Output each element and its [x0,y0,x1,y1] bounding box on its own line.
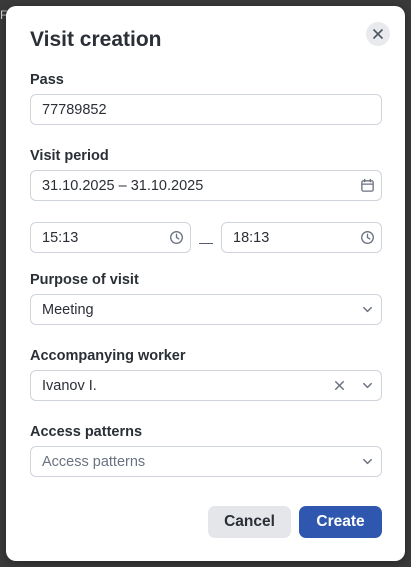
purpose-label: Purpose of visit [30,272,139,288]
dialog-title: Visit creation [30,28,162,51]
time-end-value: 18:13 [233,229,270,246]
cancel-button[interactable]: Cancel [208,506,291,538]
time-end-field[interactable]: 18:13 [221,222,382,253]
purpose-value: Meeting [42,301,94,318]
time-start-clock-button[interactable] [162,223,190,252]
purpose-dropdown-button[interactable] [353,295,381,324]
calendar-button[interactable] [353,171,381,200]
time-end-clock-button[interactable] [353,223,381,252]
create-button[interactable]: Create [299,506,382,538]
pass-value: 77789852 [42,101,107,118]
pass-label: Pass [30,72,64,88]
time-range-separator: — [199,234,213,250]
chevron-down-icon [362,458,372,465]
chevron-down-icon [362,306,372,313]
time-start-field[interactable]: 15:13 [30,222,191,253]
visit-period-label: Visit period [30,148,109,164]
worker-label: Accompanying worker [30,348,186,364]
access-patterns-dropdown-button[interactable] [353,447,381,476]
time-start-value: 15:13 [42,229,79,246]
access-patterns-select[interactable]: Access patterns [30,446,382,477]
pass-field[interactable]: 77789852 [30,94,382,125]
clock-icon [360,231,374,244]
date-range-value: 31.10.2025 – 31.10.2025 [42,177,204,194]
visit-creation-dialog: Visit creation Pass 77789852 Visit perio… [6,6,405,561]
date-range-field[interactable]: 31.10.2025 – 31.10.2025 [30,170,382,201]
clock-icon [169,231,183,244]
close-button[interactable] [366,22,390,46]
close-icon [373,29,383,39]
chevron-down-icon [362,382,372,389]
calendar-icon [360,178,374,192]
access-patterns-label: Access patterns [30,424,143,440]
purpose-select[interactable]: Meeting [30,294,382,325]
worker-select[interactable]: Ivanov I. [30,370,382,401]
worker-clear-button[interactable] [325,371,353,400]
worker-value: Ivanov I. [42,377,97,394]
access-patterns-placeholder: Access patterns [42,453,146,470]
clear-icon [334,381,344,390]
worker-dropdown-button[interactable] [353,371,381,400]
